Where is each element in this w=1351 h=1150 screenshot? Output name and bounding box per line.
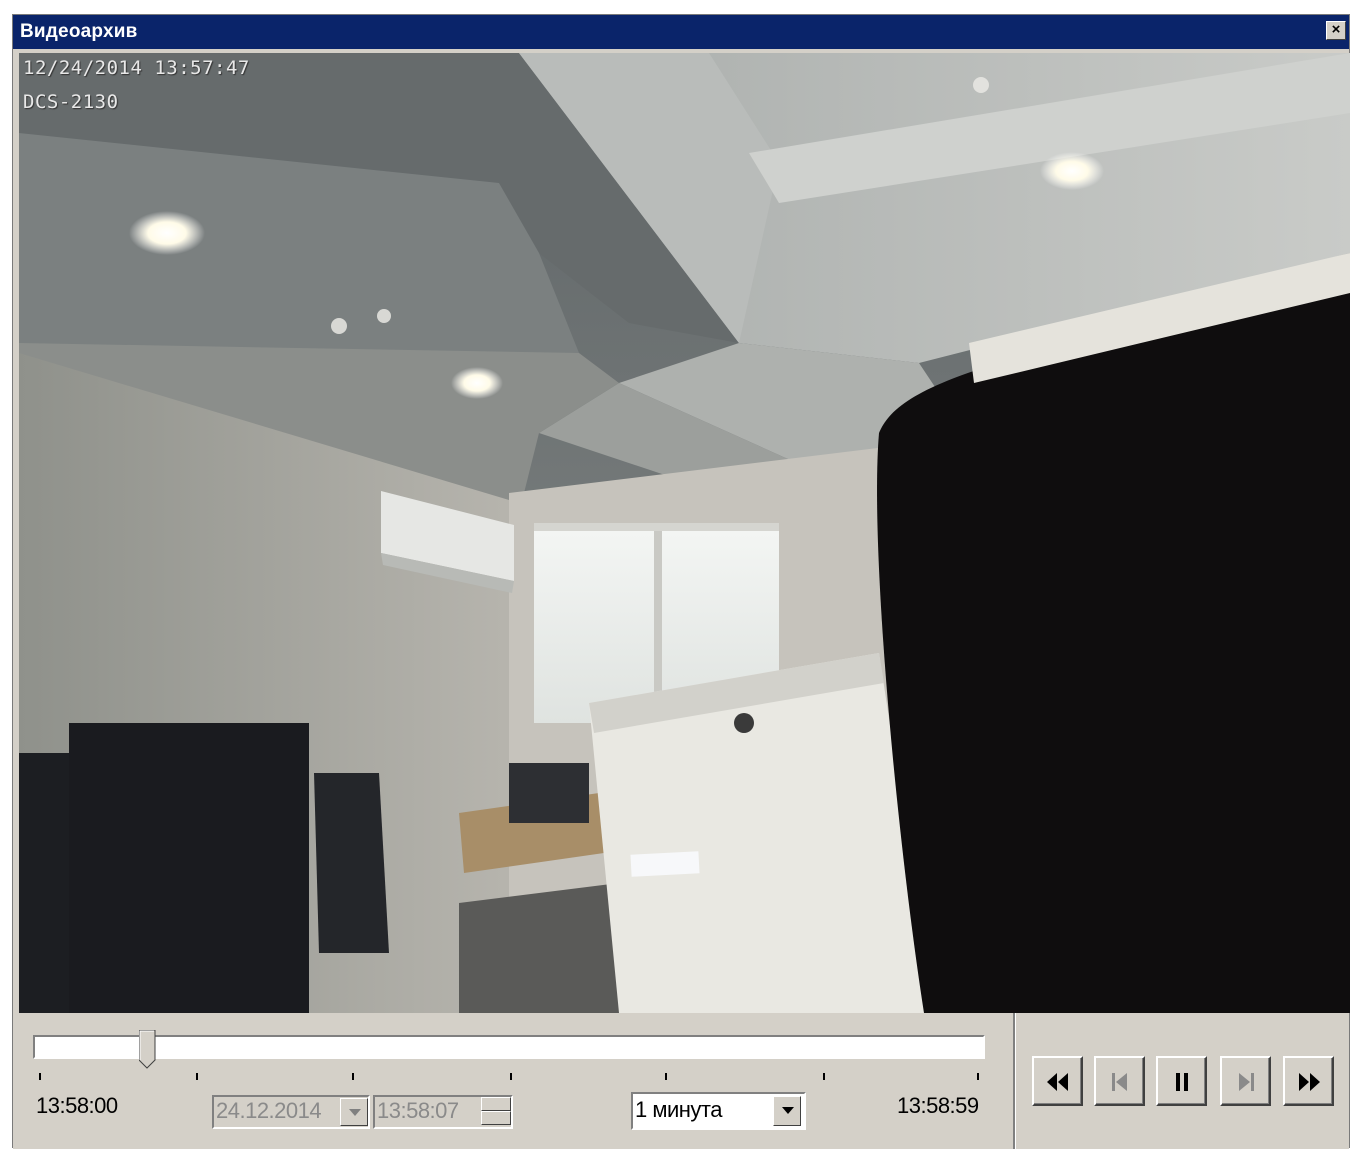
fast-forward-icon — [1299, 1073, 1320, 1091]
timeline-tick — [977, 1073, 979, 1080]
skip-end-icon — [1239, 1073, 1254, 1091]
time-spin-down — [481, 1111, 511, 1125]
timeline-tick — [665, 1073, 667, 1080]
rewind-button[interactable] — [1032, 1056, 1083, 1106]
skip-end-button[interactable] — [1220, 1056, 1271, 1106]
playback-controls-panel: 13:58:00 24.12.2014 13:58:07 1 минута 13… — [13, 1013, 1349, 1149]
timeline-start-time: 13:58:00 — [36, 1093, 118, 1118]
scale-select-value: 1 минута — [635, 1097, 722, 1122]
close-button[interactable]: × — [1326, 21, 1346, 40]
osd-datetime: 12/24/2014 13:57:47 — [23, 57, 250, 79]
osd-camera-name: DCS-2130 — [23, 91, 119, 113]
pause-button[interactable] — [1156, 1056, 1207, 1106]
timeline-track[interactable] — [33, 1035, 985, 1059]
rewind-icon — [1047, 1073, 1068, 1091]
panel-divider — [1013, 1013, 1016, 1149]
timeline-tick — [39, 1073, 41, 1080]
skip-start-button[interactable] — [1094, 1056, 1145, 1106]
timeline-tick — [196, 1073, 198, 1080]
timeline-thumb[interactable] — [139, 1030, 156, 1070]
timeline-end-time: 13:58:59 — [897, 1093, 979, 1118]
skip-start-icon — [1112, 1073, 1127, 1091]
fast-forward-button[interactable] — [1283, 1056, 1334, 1106]
timeline-tick — [823, 1073, 825, 1080]
scale-dropdown-button[interactable] — [773, 1096, 801, 1126]
time-spin-up — [481, 1097, 511, 1111]
timeline-tick — [352, 1073, 354, 1080]
video-archive-window: Видеоархив × 12/24/2014 13:57:47 DCS-213… — [12, 14, 1350, 1149]
pause-icon — [1176, 1073, 1188, 1091]
camera-image — [19, 53, 1350, 1013]
date-field-value: 24.12.2014 — [216, 1098, 322, 1123]
title-bar[interactable]: Видеоархив × — [13, 15, 1349, 49]
date-dropdown-button — [340, 1098, 368, 1126]
video-frame: 12/24/2014 13:57:47 DCS-2130 — [19, 53, 1350, 1013]
timeline-tick — [510, 1073, 512, 1080]
window-title: Видеоархив — [20, 21, 138, 42]
time-field-value: 13:58:07 — [377, 1098, 459, 1123]
